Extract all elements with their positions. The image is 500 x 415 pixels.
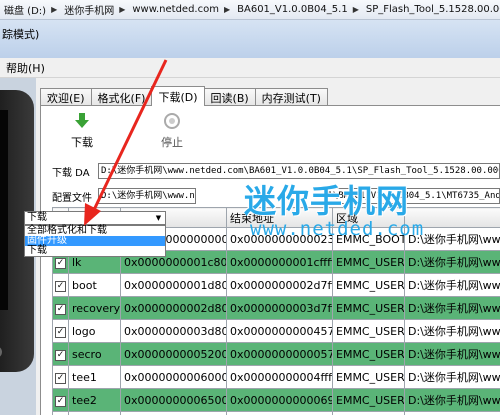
location-cell[interactable]: D:\迷你手机网\www.n	[404, 388, 500, 412]
location-cell[interactable]: D:\迷你手机网\www.n	[404, 319, 500, 343]
region-cell: EMMC_USER	[332, 365, 405, 389]
checkbox-checked-icon[interactable]: ✓	[55, 373, 66, 384]
start-address-cell: 0x0000000003d80000	[120, 319, 227, 343]
location-cell[interactable]: D:\迷你手机网\www.n	[404, 365, 500, 389]
end-address-cell: 0x0000000519510ff	[226, 411, 333, 415]
partition-name-cell: boot	[68, 273, 121, 297]
tab-format[interactable]: 格式化(F)	[90, 88, 153, 106]
window-title: 踪模式)	[2, 28, 40, 41]
location-cell[interactable]: D:\迷你手机网\www.n	[404, 296, 500, 320]
breadcrumb-chevron-icon: ▶	[119, 5, 126, 14]
table-row[interactable]: ✓logo0x0000000003d800000x0000000000457ff…	[52, 319, 500, 343]
region-cell: EMMC_USER	[332, 296, 405, 320]
row-checkbox-cell: ✓	[52, 365, 69, 389]
window-title-bar: 踪模式)	[0, 20, 500, 58]
start-address-cell: 0x0000000006000000	[120, 365, 227, 389]
row-checkbox-cell: ✓	[52, 342, 69, 366]
partition-name-cell: system	[68, 411, 121, 415]
stop-label: 停止	[161, 136, 183, 149]
location-cell[interactable]: D:\迷你手机网\www.n	[404, 250, 500, 274]
end-address-cell: 0x0000000000069fffff	[226, 388, 333, 412]
download-button[interactable]: 下载	[59, 112, 105, 150]
partition-name-cell: tee1	[68, 365, 121, 389]
mode-option-download-only[interactable]: 下载	[25, 246, 165, 256]
table-row[interactable]: ✓boot0x0000000001d800000x0000000002d7fff…	[52, 273, 500, 297]
scatter-file-label: 配置文件	[52, 193, 92, 204]
region-cell: EMMC_USER	[332, 388, 405, 412]
end-address-cell: 0x0000000001cfffff	[226, 250, 333, 274]
checkbox-checked-icon[interactable]: ✓	[55, 304, 66, 315]
breadcrumb-folder[interactable]: BA601_V1.0.0B04_5.1	[233, 4, 350, 15]
table-row[interactable]: ✓recovery0x0000000002d800000x0000000003d…	[52, 296, 500, 320]
row-checkbox-cell: ✓	[52, 388, 69, 412]
scatter-path-field[interactable]: D:\迷你手机网\www.n	[98, 188, 196, 204]
location-cell[interactable]: D:\迷你手机网\www.n	[404, 411, 500, 415]
menu-bar: 帮助(H)	[0, 58, 500, 78]
table-row[interactable]: ✓tee10x00000000060000000x00000000004ffff…	[52, 365, 500, 389]
breadcrumb-folder[interactable]: 迷你手机网	[60, 2, 116, 17]
table-row[interactable]: ✓secro0x00000000052000000x0000000000057f…	[52, 342, 500, 366]
breadcrumb-chevron-icon: ▶	[352, 5, 359, 14]
table-row[interactable]: ✓tee20x00000000065000000x0000000000069ff…	[52, 388, 500, 412]
breadcrumb-folder[interactable]: www.netded.com	[128, 4, 221, 15]
checkbox-checked-icon[interactable]: ✓	[55, 396, 66, 407]
checkbox-checked-icon[interactable]: ✓	[55, 327, 66, 338]
explorer-address-bar[interactable]: 磁盘 (D:) ▶ 迷你手机网 ▶ www.netded.com ▶ BA601…	[0, 0, 500, 20]
start-address-cell: 0x0000000006500000	[120, 388, 227, 412]
region-cell: EMMC_USER	[332, 273, 405, 297]
end-address-cell: 0x00000000004ffffff	[226, 365, 333, 389]
watermark-url: www.netded.com	[250, 218, 425, 240]
tab-memory-test[interactable]: 内存测试(T)	[254, 88, 328, 106]
stop-button[interactable]: 停止	[149, 112, 195, 150]
download-mode-options: 全部格式化和下载 固件升级 下载	[24, 225, 166, 257]
start-address-cell: 0x0000000005200000	[120, 342, 227, 366]
download-mode-select[interactable]: 下载 ▼	[24, 211, 166, 225]
breadcrumb-chevron-icon: ▶	[223, 5, 231, 14]
start-address-cell: 0x0000000001d80000	[120, 273, 227, 297]
end-address-cell: 0x0000000000457ffff	[226, 319, 333, 343]
download-label: 下载	[71, 136, 93, 149]
start-address-cell: 0x0000000002d80000	[120, 296, 227, 320]
tab-readback[interactable]: 回读(B)	[203, 88, 256, 106]
region-cell: EMMC_USER	[332, 319, 405, 343]
row-checkbox-cell: ✓	[52, 319, 69, 343]
checkbox-checked-icon[interactable]: ✓	[55, 350, 66, 361]
checkbox-checked-icon[interactable]: ✓	[55, 258, 66, 269]
breadcrumb-chevron-icon: ▶	[51, 5, 58, 14]
location-cell[interactable]: D:\迷你手机网\www.n	[404, 273, 500, 297]
location-cell[interactable]: D:\迷你手机网\www.n	[404, 342, 500, 366]
partition-name-cell: logo	[68, 319, 121, 343]
breadcrumb-folder[interactable]: SP_Flash_Tool_5.1528.00.000	[362, 4, 500, 15]
phone-home-button	[0, 346, 2, 358]
region-cell: EMMC_USER	[332, 411, 405, 415]
tab-welcome[interactable]: 欢迎(E)	[40, 88, 92, 106]
chevron-down-icon[interactable]: ▼	[153, 213, 164, 223]
tab-download[interactable]: 下载(D)	[151, 86, 205, 106]
download-agent-label: 下载 DA	[52, 168, 90, 179]
partition-name-cell: recovery	[68, 296, 121, 320]
table-row[interactable]: ✓system0x000000000b0000000x0000000519510…	[52, 411, 500, 415]
download-mode-value: 下载	[27, 212, 47, 223]
row-checkbox-cell: ✓	[52, 411, 69, 415]
watermark-brand: 迷你手机网	[244, 182, 410, 220]
phone-screen	[0, 110, 8, 310]
checkbox-checked-icon[interactable]: ✓	[55, 281, 66, 292]
start-address-cell: 0x000000000b000000	[120, 411, 227, 415]
menu-help[interactable]: 帮助(H)	[6, 60, 45, 76]
row-checkbox-cell: ✓	[52, 273, 69, 297]
end-address-cell: 0x0000000000057fffff	[226, 342, 333, 366]
download-arrow-icon	[75, 113, 89, 128]
tab-strip: 欢迎(E) 格式化(F) 下载(D) 回读(B) 内存测试(T)	[40, 86, 328, 106]
breadcrumb-drive[interactable]: 磁盘 (D:)	[0, 2, 48, 17]
stop-icon	[164, 113, 180, 129]
partition-name-cell: tee2	[68, 388, 121, 412]
region-cell: EMMC_USER	[332, 342, 405, 366]
partition-name-cell: secro	[68, 342, 121, 366]
row-checkbox-cell: ✓	[52, 296, 69, 320]
end-address-cell: 0x0000000002d7ffff	[226, 273, 333, 297]
region-cell: EMMC_USER	[332, 250, 405, 274]
end-address-cell: 0x0000000003d7ffff	[226, 296, 333, 320]
